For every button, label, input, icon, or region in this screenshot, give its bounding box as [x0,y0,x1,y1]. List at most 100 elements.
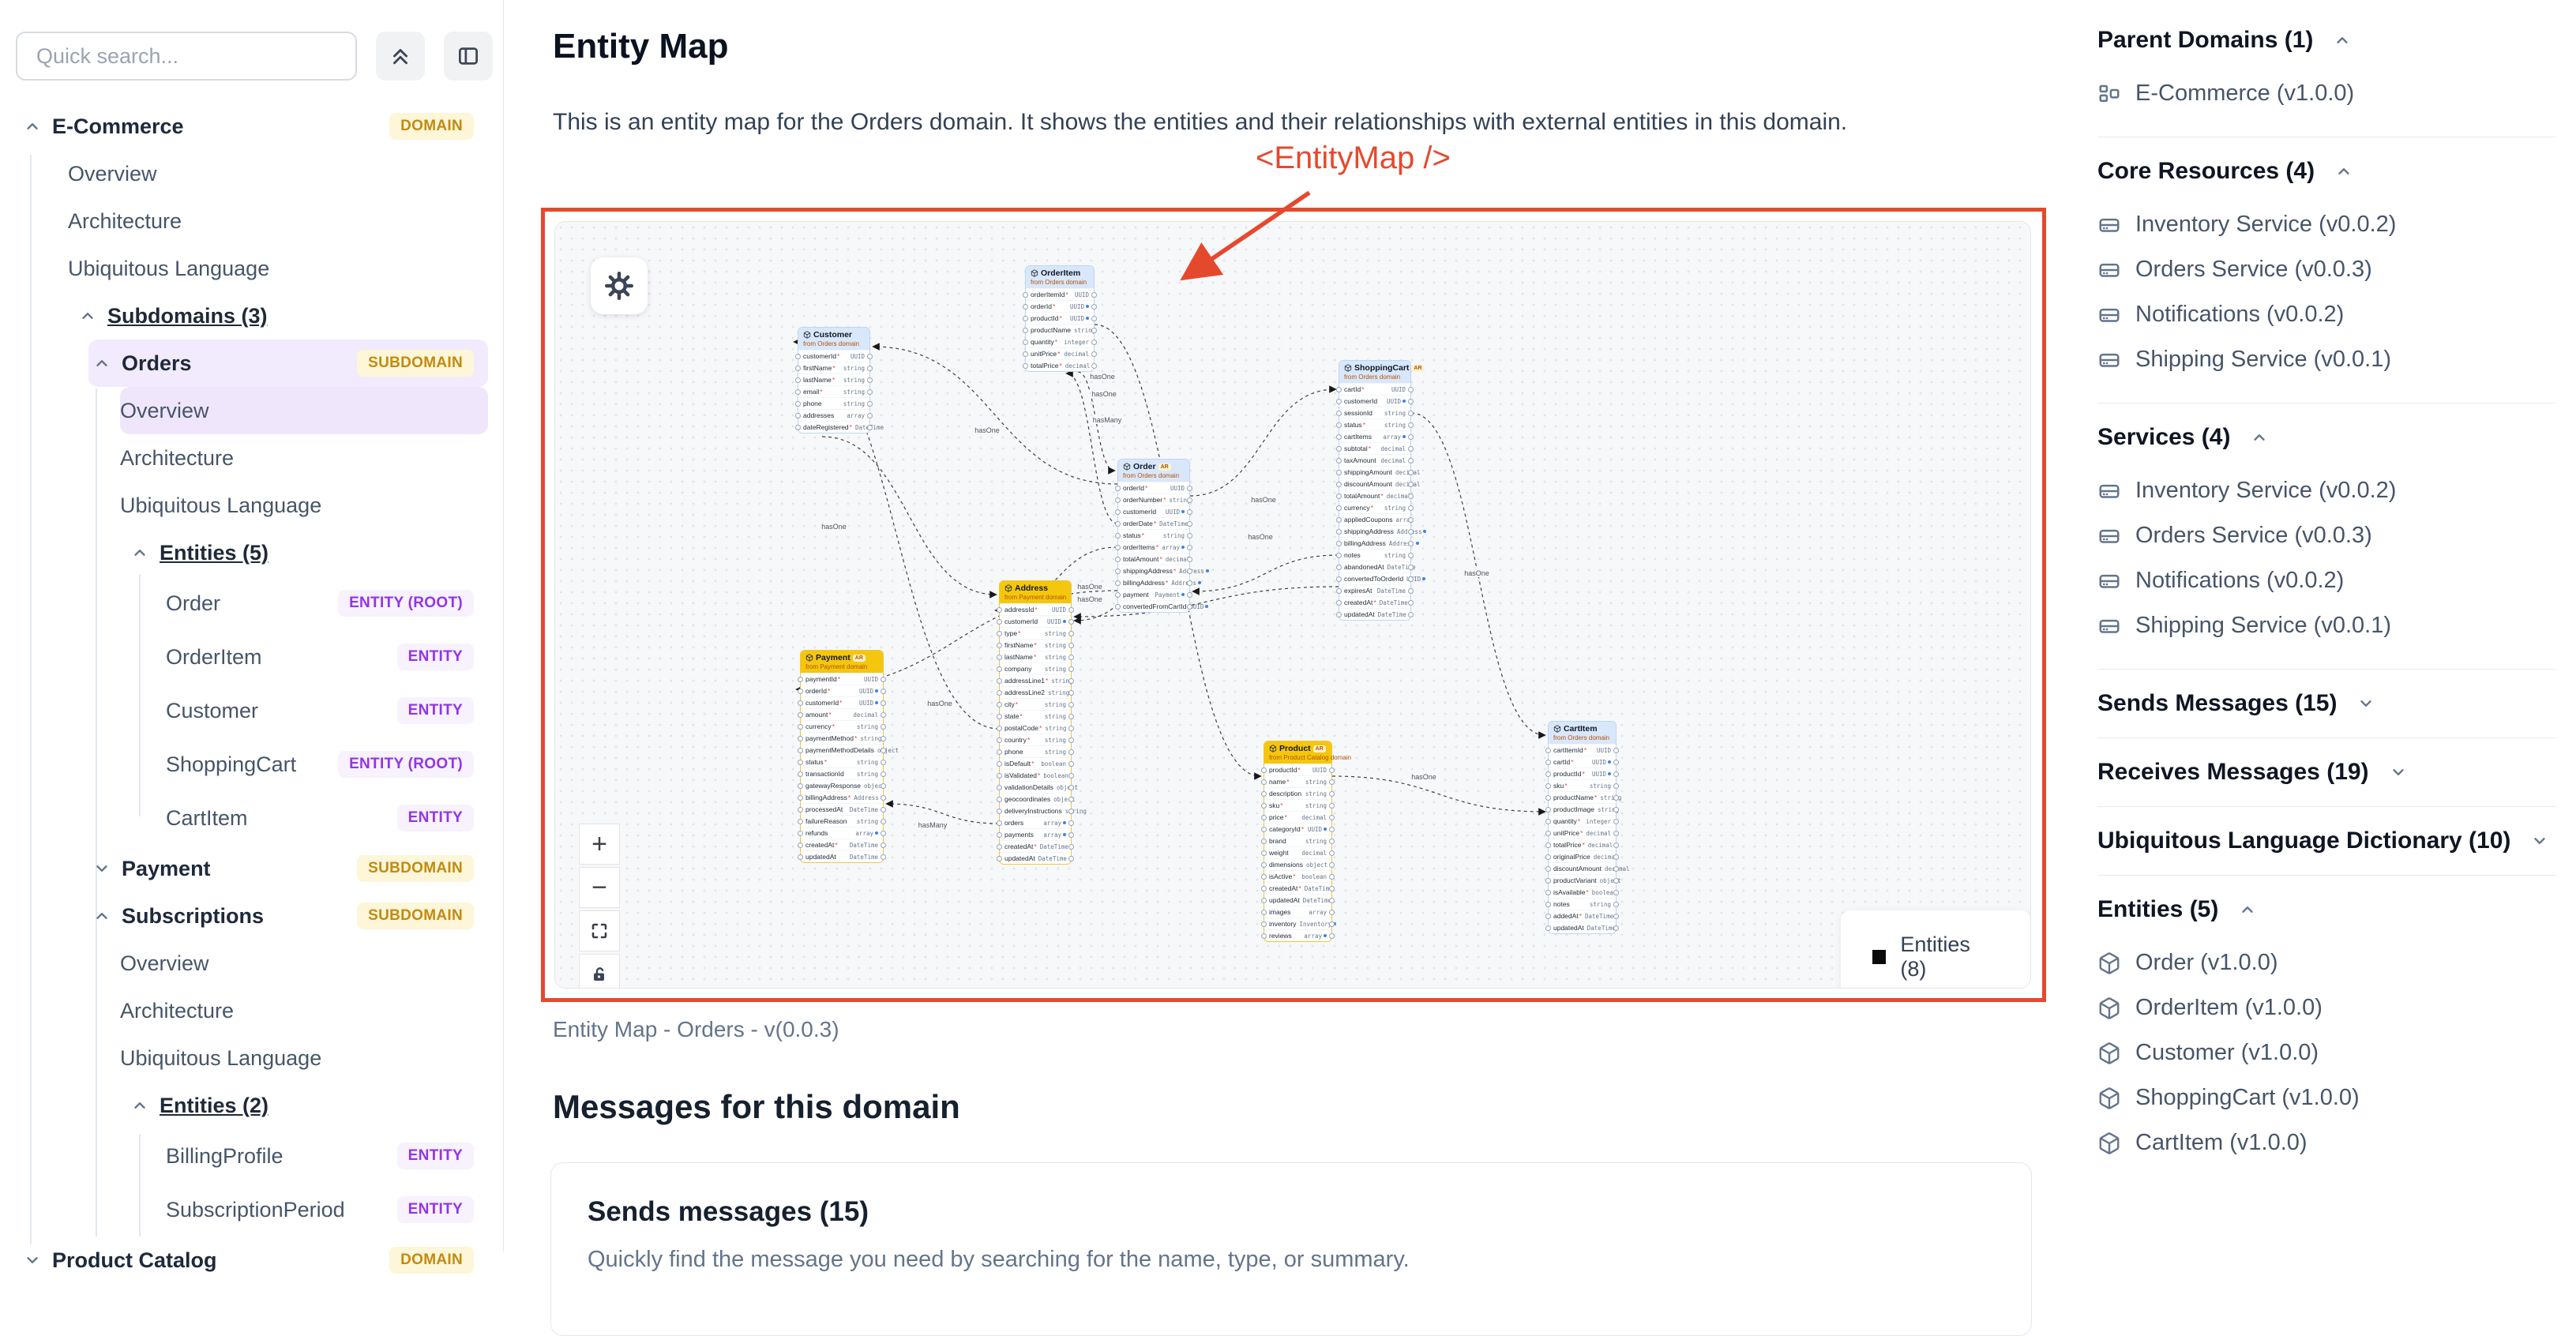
entity-field-phone[interactable]: phonestring [798,397,869,409]
panel-item-cartitem-v1-0-0-[interactable]: CartItem (v1.0.0) [2097,1120,2555,1165]
entity-field-productvariant[interactable]: productVariantobject [1549,874,1616,886]
sidebar-item-overview[interactable]: Overview [120,387,488,434]
entity-field-customerid[interactable]: customerIdUUID [1118,505,1189,517]
entity-field-isdefault[interactable]: isDefault*boolean [1000,757,1071,769]
panel-item-inventory-service-v0-0-2-[interactable]: Inventory Service (v0.0.2) [2097,202,2555,247]
entity-field-cartid[interactable]: cartId*UUID [1339,383,1410,395]
entity-field-gatewayresponse[interactable]: gatewayResponseobject [801,779,883,791]
entity-field-subtotal[interactable]: subtotal*decimal [1339,442,1410,454]
entity-node-order[interactable]: OrderARfrom Orders domainorderId*UUIDord… [1117,459,1190,613]
entity-field-abandonedat[interactable]: abandonedAtDateTime [1339,561,1410,572]
entity-field-createdat[interactable]: createdAt*DateTime [1000,840,1071,852]
entity-field-reviews[interactable]: reviewsarray [1264,929,1331,941]
entity-map-canvas[interactable]: + − Entities (8) Customerfrom Orders dom… [554,221,2031,989]
entity-field-totalamount[interactable]: totalAmount*decimal [1118,553,1189,565]
panel-item-e-commerce-v1-0-0-[interactable]: E-Commerce (v1.0.0) [2097,71,2555,116]
entity-field-description[interactable]: descriptionstring [1264,787,1331,799]
entity-node-product[interactable]: ProductARfrom Product Catalog domainprod… [1264,741,1332,942]
chevron-up-icon[interactable] [126,544,153,561]
entity-field-createdat[interactable]: createdAt*DateTime [1264,882,1331,894]
entity-field-paymentid[interactable]: paymentId*UUID [801,673,883,685]
lock-toggle-button[interactable] [579,954,620,989]
entity-field-appliedcoupons[interactable]: appliedCouponsarray [1339,513,1410,525]
sidebar-item-payment[interactable]: PaymentSUBDOMAIN [88,845,488,892]
entity-node-payment[interactable]: PaymentARfrom Payment domainpaymentId*UU… [800,650,884,863]
panel-item-shipping-service-v0-0-1-[interactable]: Shipping Service (v0.0.1) [2097,337,2555,382]
chevron-up-icon[interactable] [2251,429,2268,446]
sidebar-item-architecture[interactable]: Architecture [120,987,488,1034]
chevron-down-icon[interactable] [2531,832,2548,850]
entity-field-status[interactable]: status*string [1339,418,1410,430]
entity-field-currency[interactable]: currency*string [1339,501,1410,513]
entity-field-productid[interactable]: productId*UUID [1549,767,1616,779]
entity-field-currency[interactable]: currency*string [801,720,883,732]
entity-field-type[interactable]: type*string [1000,627,1071,639]
entity-node-shoppingcart[interactable]: ShoppingCartARfrom Orders domaincartId*U… [1339,360,1411,621]
entity-field-notes[interactable]: notesstring [1339,549,1410,561]
entity-field-sku[interactable]: sku*string [1264,799,1331,811]
entity-field-payments[interactable]: paymentsarray [1000,828,1071,840]
entity-field-processedat[interactable]: processedAtDateTime [801,803,883,815]
entity-field-productid[interactable]: productId*UUID [1264,764,1331,775]
panel-section-header-entities-5-[interactable]: Entities (5) [2097,896,2555,923]
entity-field-customerid[interactable]: customerIdUUID [1339,395,1410,407]
sidebar-item-ubiquitous-language[interactable]: Ubiquitous Language [68,245,488,292]
panel-section-header-parent-domains-1-[interactable]: Parent Domains (1) [2097,27,2555,54]
entity-field-lastname[interactable]: lastName*string [798,373,869,385]
entity-field-state[interactable]: state*string [1000,710,1071,722]
panel-item-notifications-v0-0-2-[interactable]: Notifications (v0.0.2) [2097,292,2555,337]
zoom-in-button[interactable]: + [579,824,620,865]
chevron-down-icon[interactable] [88,860,115,877]
entity-field-billingaddress[interactable]: billingAddressAddress [1339,537,1410,549]
chevron-up-icon[interactable] [19,118,46,135]
entity-field-failurereason[interactable]: failureReasonstring [801,815,883,827]
entity-field-inventory[interactable]: inventoryInventory [1264,918,1331,929]
entity-field-updatedat[interactable]: updatedAtDateTime [1339,608,1410,620]
entity-field-productimage[interactable]: productImagestring [1549,803,1616,815]
chevron-down-icon[interactable] [2390,764,2407,781]
sidebar-item-entities-2-[interactable]: Entities (2) [126,1082,488,1129]
map-settings-button[interactable] [591,257,648,314]
sidebar-item-order[interactable]: OrderENTITY (ROOT) [166,576,488,630]
entity-field-convertedtoorderid[interactable]: convertedToOrderIdUUID [1339,572,1410,584]
entity-field-taxamount[interactable]: taxAmountdecimal [1339,454,1410,466]
entity-node-address[interactable]: Addressfrom Payment domainaddressId*UUID… [999,580,1072,865]
entity-field-geocoordinates[interactable]: geocoordinatesobject [1000,793,1071,805]
panel-item-customer-v1-0-0-[interactable]: Customer (v1.0.0) [2097,1030,2555,1075]
panel-section-header-receives-messages-19-[interactable]: Receives Messages (19) [2097,759,2555,786]
chevron-up-icon[interactable] [2334,32,2351,49]
entity-field-orders[interactable]: ordersarray [1000,816,1071,828]
entity-field-quantity[interactable]: quantity*integer [1026,336,1094,347]
entity-field-price[interactable]: price*decimal [1264,811,1331,823]
entity-field-status[interactable]: status*string [1118,529,1189,541]
toggle-sidebar-button[interactable] [444,32,493,81]
panel-section-header-ubiquitous-language-dictionary-10-[interactable]: Ubiquitous Language Dictionary (10) [2097,827,2555,854]
chevron-down-icon[interactable] [2357,695,2375,712]
entity-field-dateregistered[interactable]: dateRegistered*DateTime [798,421,869,433]
entity-field-city[interactable]: city*string [1000,698,1071,710]
entity-field-orderid[interactable]: orderId*UUID [801,685,883,696]
entity-field-productname[interactable]: productNamestring [1026,324,1094,336]
sidebar-item-product-catalog[interactable]: Product CatalogDOMAIN [19,1237,488,1284]
entity-field-billingaddress[interactable]: billingAddress*Address [1118,576,1189,588]
entity-field-email[interactable]: email*string [798,385,869,397]
entity-field-paymentmethod[interactable]: paymentMethod*string [801,732,883,744]
entity-field-updatedat[interactable]: updatedAtDateTime [1000,852,1071,864]
entity-field-totalprice[interactable]: totalPrice*decimal [1549,839,1616,850]
sidebar-item-orders[interactable]: OrdersSUBDOMAIN [88,340,488,387]
entity-field-customerid[interactable]: customerId*UUID [798,350,869,362]
sidebar-item-billingprofile[interactable]: BillingProfileENTITY [166,1129,488,1183]
entity-field-cartid[interactable]: cartId*UUID [1549,756,1616,767]
entity-field-productname[interactable]: productName*string [1549,791,1616,803]
entity-field-dimensions[interactable]: dimensionsobject [1264,858,1331,870]
entity-field-unitprice[interactable]: unitPrice*decimal [1026,347,1094,359]
entity-field-discountamount[interactable]: discountAmountdecimal [1549,862,1616,874]
entity-field-isvalidated[interactable]: isValidated*boolean [1000,769,1071,781]
chevron-up-icon[interactable] [74,307,101,325]
entity-field-shippingaddress[interactable]: shippingAddress*Address [1118,565,1189,576]
panel-item-orders-service-v0-0-3-[interactable]: Orders Service (v0.0.3) [2097,513,2555,558]
sidebar-item-subscriptionperiod[interactable]: SubscriptionPeriodENTITY [166,1183,488,1237]
entity-field-paymentmethoddetails[interactable]: paymentMethodDetailsobject [801,744,883,756]
entity-field-createdat[interactable]: createdAt*DateTime [1339,596,1410,608]
entity-field-name[interactable]: name*string [1264,775,1331,787]
